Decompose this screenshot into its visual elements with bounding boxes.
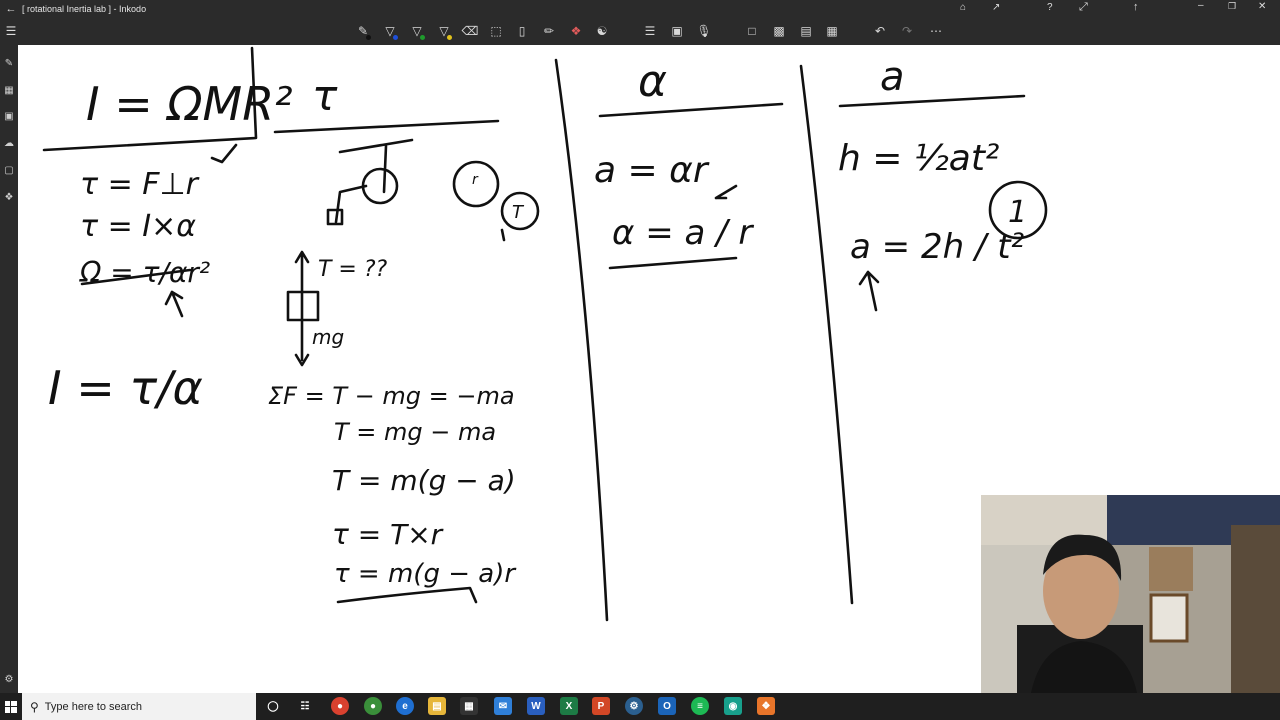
start-button[interactable] bbox=[0, 693, 22, 720]
word-icon[interactable]: W bbox=[527, 697, 545, 715]
search-placeholder: Type here to search bbox=[44, 700, 143, 713]
search-icon: ⚲ bbox=[30, 699, 39, 714]
expand-icon[interactable]: ⤢ bbox=[1079, 1, 1088, 14]
task-view-icon[interactable]: ☷ bbox=[296, 697, 314, 715]
col1-heading: I = ΩMR² bbox=[86, 77, 293, 131]
divider-2 bbox=[554, 58, 609, 622]
edge-icon[interactable]: e bbox=[396, 697, 414, 715]
col4-badge: 1 bbox=[1008, 195, 1027, 230]
pen-blue-icon[interactable]: ▽ bbox=[380, 21, 400, 41]
clipboard-icon[interactable]: ▦ bbox=[822, 21, 842, 41]
column-torque: τ r T T = ?? mg ΣF = T − mg = −ma T = mg… bbox=[268, 71, 540, 604]
shape-tool-icon[interactable]: ❖ bbox=[566, 21, 586, 41]
column-acceleration: a h = ½at² a = 2h / t² 1 bbox=[838, 54, 1048, 312]
pen-red-icon[interactable]: ✎ bbox=[353, 21, 373, 41]
window-title: [ rotational Inertia lab ] - Inkodo bbox=[22, 3, 147, 14]
undo-icon[interactable]: ↶ bbox=[870, 21, 890, 41]
col3-heading: α bbox=[638, 56, 667, 107]
microphone-icon[interactable]: 🎙 bbox=[694, 21, 714, 41]
windows-logo-icon bbox=[5, 700, 17, 713]
excel-icon[interactable]: X bbox=[560, 697, 578, 715]
column-inertia: I = ΩMR² τ = F⊥r τ = I×α Ω = τ/αr² I = τ… bbox=[48, 77, 293, 415]
spotify-icon[interactable]: ≡ bbox=[691, 697, 709, 715]
powerpoint-icon[interactable]: P bbox=[592, 697, 610, 715]
chrome-profile-icon[interactable]: ● bbox=[364, 697, 382, 715]
outlook-icon[interactable]: O bbox=[658, 697, 676, 715]
col2-line-tau1: τ = T×r bbox=[332, 518, 444, 551]
taskbar-search-box[interactable]: ⚲ Type here to search bbox=[22, 693, 256, 720]
col3-line-1: a = αr bbox=[594, 150, 710, 191]
eraser-icon[interactable]: ⌫ bbox=[460, 21, 480, 41]
screenshot-icon[interactable]: ▩ bbox=[769, 21, 789, 41]
col1-line-3: Ω = τ/αr² bbox=[79, 256, 210, 289]
col2-heading: τ bbox=[312, 71, 338, 120]
hamburger-menu-icon[interactable]: ☰ bbox=[0, 24, 22, 38]
settings-gear-icon[interactable]: ⚙ bbox=[2, 673, 16, 687]
col1-line-1: τ = F⊥r bbox=[80, 167, 200, 202]
insert-image-icon[interactable]: ▣ bbox=[667, 21, 687, 41]
app-icon[interactable]: ⚙ bbox=[625, 697, 643, 715]
tag-icon[interactable]: ❖ bbox=[2, 191, 16, 205]
home-icon[interactable]: ⌂ bbox=[960, 2, 966, 13]
left-sidebar: ✎ ▦ ▣ ☁ ▢ ❖ ⚙ bbox=[0, 45, 18, 693]
library-icon[interactable]: ▦ bbox=[2, 84, 16, 98]
chrome-icon[interactable]: ● bbox=[331, 697, 349, 715]
minimize-button[interactable]: – bbox=[1198, 0, 1204, 11]
share-icon[interactable]: ↗ bbox=[992, 2, 1000, 13]
pen-green-icon[interactable]: ▽ bbox=[407, 21, 427, 41]
bag-icon[interactable]: ▢ bbox=[2, 164, 16, 178]
title-bar: ← [ rotational Inertia lab ] - Inkodo bbox=[0, 0, 1280, 17]
col2-weight: mg bbox=[312, 325, 344, 349]
save-icon[interactable]: ▤ bbox=[796, 21, 816, 41]
settings-sliders-icon[interactable]: ☰ bbox=[640, 21, 660, 41]
mail-icon[interactable]: ✉ bbox=[494, 697, 512, 715]
pen-icon[interactable]: ✎ bbox=[2, 57, 16, 71]
ruler-icon[interactable]: ▯ bbox=[512, 21, 532, 41]
col1-line-4: I = τ/α bbox=[48, 361, 203, 415]
col1-line-2: τ = I×α bbox=[80, 209, 196, 244]
restore-button[interactable]: ❐ bbox=[1228, 1, 1236, 12]
col4-line-2: a = 2h / t² bbox=[850, 227, 1025, 267]
cloud-icon[interactable]: ☁ bbox=[2, 137, 16, 151]
file-explorer-icon[interactable]: ▤ bbox=[428, 697, 446, 715]
column-alpha: α a = αr α = a / r bbox=[594, 56, 754, 270]
store-icon[interactable]: ▦ bbox=[460, 697, 478, 715]
svg-text:r: r bbox=[472, 172, 479, 188]
webcam-feed bbox=[981, 495, 1280, 693]
lasso-select-icon[interactable]: ⬚ bbox=[486, 21, 506, 41]
redo-icon[interactable]: ↷ bbox=[897, 21, 917, 41]
pencil-icon[interactable]: ✏ bbox=[539, 21, 559, 41]
col2-line-T1: T = mg − ma bbox=[334, 418, 496, 446]
back-arrow-icon[interactable]: ← bbox=[0, 3, 22, 15]
camera-app-icon[interactable]: ◉ bbox=[724, 697, 742, 715]
col4-heading: a bbox=[880, 54, 905, 100]
close-button[interactable]: ✕ bbox=[1258, 1, 1266, 12]
help-icon[interactable]: ? bbox=[1047, 2, 1053, 13]
inkodo-app-icon[interactable]: ❖ bbox=[757, 697, 775, 715]
col2-tension: T = ?? bbox=[318, 257, 388, 282]
col4-line-1: h = ½at² bbox=[838, 138, 999, 179]
image-icon[interactable]: ▣ bbox=[2, 110, 16, 124]
col3-line-2: α = a / r bbox=[612, 213, 754, 253]
highlighter-yellow-icon[interactable]: ▽ bbox=[434, 21, 454, 41]
fill-tool-icon[interactable]: ☯ bbox=[592, 21, 612, 41]
upload-icon[interactable]: ↑ bbox=[1133, 1, 1139, 13]
svg-text:T: T bbox=[512, 202, 525, 223]
col2-line-tau2: τ = m(g − a)r bbox=[334, 559, 517, 589]
cortana-icon[interactable]: ◯ bbox=[264, 697, 282, 715]
more-icon[interactable]: ⋯ bbox=[926, 21, 946, 41]
col2-line-T2: T = m(g − a) bbox=[332, 464, 516, 497]
col2-line-sumF: ΣF = T − mg = −ma bbox=[268, 382, 515, 410]
new-page-icon[interactable]: □ bbox=[742, 21, 762, 41]
webcam-overlay bbox=[981, 495, 1280, 693]
